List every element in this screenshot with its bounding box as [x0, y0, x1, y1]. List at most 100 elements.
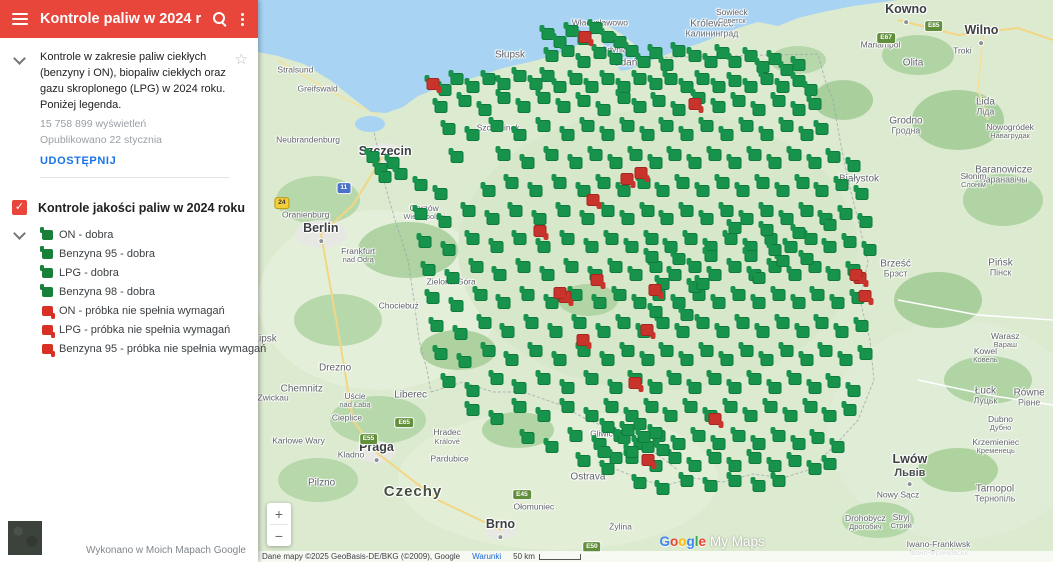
marker-thumb-up[interactable] [643, 229, 659, 245]
marker-thumb-up[interactable] [551, 350, 567, 366]
marker-thumb-up[interactable] [774, 252, 790, 268]
marker-thumb-up[interactable] [678, 305, 694, 321]
marker-thumb-up[interactable] [424, 288, 440, 304]
marker-thumb-up[interactable] [758, 69, 774, 85]
marker-thumb-down[interactable] [628, 376, 644, 392]
marker-thumb-up[interactable] [790, 224, 806, 240]
marker-thumb-up[interactable] [821, 406, 837, 422]
marker-thumb-up[interactable] [714, 173, 730, 189]
marker-thumb-up[interactable] [639, 125, 655, 141]
marker-thumb-up[interactable] [837, 350, 853, 366]
marker-thumb-up[interactable] [813, 182, 829, 198]
marker-thumb-up[interactable] [519, 429, 535, 445]
marker-thumb-up[interactable] [650, 92, 666, 108]
marker-thumb-up[interactable] [790, 55, 806, 71]
marker-thumb-up[interactable] [607, 50, 623, 65]
marker-thumb-up[interactable] [539, 266, 555, 282]
marker-thumb-up[interactable] [829, 294, 845, 310]
marker-thumb-up[interactable] [658, 210, 674, 226]
google-my-maps-watermark[interactable]: Google My Maps [659, 534, 764, 549]
marker-thumb-up[interactable] [583, 370, 599, 386]
marker-thumb-up[interactable] [734, 314, 750, 330]
marker-thumb-up[interactable] [825, 266, 841, 282]
marker-thumb-up[interactable] [670, 249, 686, 265]
marker-thumb-down[interactable] [553, 287, 569, 303]
marker-thumb-up[interactable] [436, 212, 452, 228]
marker-thumb-up[interactable] [480, 342, 496, 358]
legend-item[interactable]: LPG - dobra [40, 264, 248, 283]
marker-thumb-up[interactable] [472, 286, 488, 302]
marker-thumb-up[interactable] [647, 302, 662, 318]
marker-thumb-up[interactable] [643, 398, 659, 414]
marker-thumb-up[interactable] [654, 440, 670, 456]
marker-thumb-up[interactable] [694, 274, 710, 290]
marker-thumb-up[interactable] [678, 125, 694, 141]
marker-thumb-up[interactable] [694, 182, 710, 198]
marker-thumb-up[interactable] [607, 153, 623, 169]
marker-thumb-up[interactable] [567, 426, 583, 442]
marker-thumb-up[interactable] [813, 314, 829, 330]
terms-link[interactable]: Warunki [472, 552, 501, 561]
marker-thumb-up[interactable] [758, 221, 774, 237]
marker-thumb-up[interactable] [678, 471, 694, 487]
marker-thumb-up[interactable] [488, 409, 503, 425]
marker-thumb-up[interactable] [619, 210, 635, 226]
marker-thumb-down[interactable] [578, 31, 594, 47]
marker-thumb-up[interactable] [738, 342, 754, 358]
marker-thumb-up[interactable] [476, 314, 492, 330]
marker-thumb-up[interactable] [523, 314, 539, 330]
marker-thumb-up[interactable] [674, 173, 690, 189]
marker-thumb-up[interactable] [499, 322, 515, 338]
marker-thumb-up[interactable] [432, 97, 448, 113]
marker-thumb-down[interactable] [586, 194, 602, 210]
marker-thumb-up[interactable] [690, 426, 706, 442]
marker-thumb-down[interactable] [858, 290, 874, 306]
marker-thumb-up[interactable] [627, 266, 643, 282]
marker-thumb-up[interactable] [591, 294, 607, 310]
marker-thumb-up[interactable] [782, 406, 798, 422]
chevron-down-icon[interactable] [13, 52, 26, 65]
marker-thumb-down[interactable] [640, 323, 656, 339]
marker-thumb-up[interactable] [821, 238, 837, 254]
marker-thumb-up[interactable] [686, 378, 702, 394]
marker-thumb-up[interactable] [766, 153, 782, 169]
legend-item[interactable]: ON - próbka nie spełnia wymagań [42, 302, 248, 321]
marker-thumb-up[interactable] [726, 52, 742, 68]
marker-thumb-up[interactable] [857, 212, 873, 228]
marker-thumb-up[interactable] [456, 92, 472, 108]
legend-item[interactable]: ON - dobra [40, 226, 248, 245]
marker-thumb-up[interactable] [750, 294, 766, 310]
marker-thumb-up[interactable] [495, 145, 511, 161]
marker-thumb-up[interactable] [786, 266, 802, 282]
marker-thumb-up[interactable] [734, 182, 750, 198]
marker-thumb-up[interactable] [853, 316, 869, 332]
marker-thumb-up[interactable] [464, 229, 480, 245]
marker-thumb-up[interactable] [666, 145, 682, 161]
chevron-down-icon[interactable] [13, 226, 26, 240]
marker-thumb-up[interactable] [750, 434, 766, 450]
marker-thumb-up[interactable] [452, 325, 468, 341]
marker-thumb-up[interactable] [535, 370, 551, 386]
marker-thumb-up[interactable] [738, 117, 754, 133]
marker-thumb-up[interactable] [802, 229, 818, 245]
marker-thumb-up[interactable] [603, 229, 619, 245]
marker-thumb-up[interactable] [412, 204, 428, 220]
marker-thumb-up[interactable] [535, 117, 551, 133]
marker-thumb-up[interactable] [495, 294, 511, 310]
marker-thumb-up[interactable] [547, 322, 563, 338]
marker-thumb-down[interactable] [641, 454, 657, 470]
marker-thumb-down[interactable] [708, 412, 724, 428]
marker-thumb-up[interactable] [670, 100, 686, 116]
marker-thumb-up[interactable] [754, 322, 770, 338]
marker-thumb-up[interactable] [488, 238, 503, 254]
marker-thumb-up[interactable] [710, 97, 726, 113]
marker-thumb-up[interactable] [806, 378, 821, 394]
marker-thumb-up[interactable] [778, 117, 794, 133]
marker-thumb-up[interactable] [786, 451, 802, 467]
marker-thumb-up[interactable] [845, 381, 861, 397]
marker-thumb-up[interactable] [460, 201, 476, 217]
marker-thumb-up[interactable] [654, 479, 670, 495]
marker-thumb-up[interactable] [730, 286, 746, 302]
marker-thumb-up[interactable] [770, 471, 786, 487]
marker-thumb-up[interactable] [519, 153, 535, 169]
